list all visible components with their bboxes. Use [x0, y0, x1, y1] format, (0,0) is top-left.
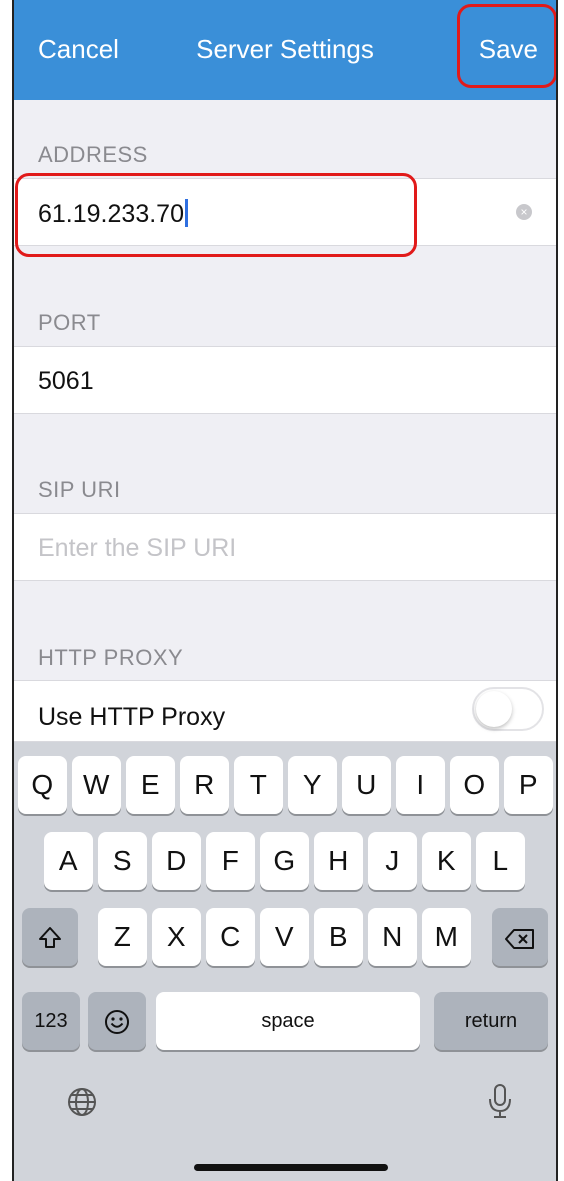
key-c[interactable]: C [206, 908, 255, 966]
frame-border-left [0, 0, 14, 1181]
key-o[interactable]: O [450, 756, 499, 814]
key-n[interactable]: N [368, 908, 417, 966]
use-http-proxy-toggle[interactable] [472, 687, 544, 731]
key-w[interactable]: W [72, 756, 121, 814]
key-f[interactable]: F [206, 832, 255, 890]
sip-uri-header-label: SIP URI [38, 477, 121, 502]
return-key[interactable]: return [434, 992, 548, 1050]
key-m[interactable]: M [422, 908, 471, 966]
port-input-value[interactable]: 5061 [38, 367, 94, 396]
globe-icon [68, 1088, 96, 1116]
key-y[interactable]: Y [288, 756, 337, 814]
toggle-knob [476, 691, 512, 727]
emoji-icon [105, 1010, 129, 1034]
key-x[interactable]: X [152, 908, 201, 966]
key-a[interactable]: A [44, 832, 93, 890]
clear-text-icon[interactable]: × [516, 204, 532, 220]
emoji-key[interactable] [88, 992, 146, 1050]
numbers-key[interactable]: 123 [22, 992, 80, 1050]
key-j[interactable]: J [368, 832, 417, 890]
key-q[interactable]: Q [18, 756, 67, 814]
key-z[interactable]: Z [98, 908, 147, 966]
key-i[interactable]: I [396, 756, 445, 814]
shift-icon [39, 927, 61, 948]
sip-uri-field[interactable]: Enter the SIP URI [14, 513, 556, 581]
key-g[interactable]: G [260, 832, 309, 890]
frame-border-right [556, 0, 564, 1181]
onscreen-keyboard: QWERTYUIOP ASDFGHJKL ZXCVBNM 123 space r… [14, 742, 556, 1181]
port-header-label: PORT [38, 310, 101, 335]
key-l[interactable]: L [476, 832, 525, 890]
http-proxy-header-label: HTTP PROXY [38, 645, 184, 670]
key-b[interactable]: B [314, 908, 363, 966]
key-p[interactable]: P [504, 756, 553, 814]
key-v[interactable]: V [260, 908, 309, 966]
microphone-button[interactable] [486, 1082, 514, 1125]
port-field[interactable]: 5061 [14, 346, 556, 414]
address-header-label: ADDRESS [38, 142, 148, 167]
address-highlight-box [15, 173, 417, 257]
key-t[interactable]: T [234, 756, 283, 814]
phone-screen: Cancel Server Settings Save ADDRESS 61.1… [0, 0, 564, 1181]
use-http-proxy-label: Use HTTP Proxy [38, 703, 226, 731]
space-key[interactable]: space [156, 992, 420, 1050]
microphone-icon [489, 1084, 511, 1118]
backspace-key[interactable] [492, 908, 548, 966]
key-h[interactable]: H [314, 832, 363, 890]
key-k[interactable]: K [422, 832, 471, 890]
key-u[interactable]: U [342, 756, 391, 814]
backspace-icon [505, 929, 534, 949]
globe-button[interactable] [66, 1086, 98, 1123]
key-e[interactable]: E [126, 756, 175, 814]
home-indicator[interactable] [194, 1164, 388, 1171]
key-d[interactable]: D [152, 832, 201, 890]
sip-uri-placeholder[interactable]: Enter the SIP URI [38, 534, 236, 563]
shift-key[interactable] [22, 908, 78, 966]
use-http-proxy-row: Use HTTP Proxy [14, 680, 556, 742]
save-highlight-box [457, 4, 557, 88]
key-r[interactable]: R [180, 756, 229, 814]
key-s[interactable]: S [98, 832, 147, 890]
